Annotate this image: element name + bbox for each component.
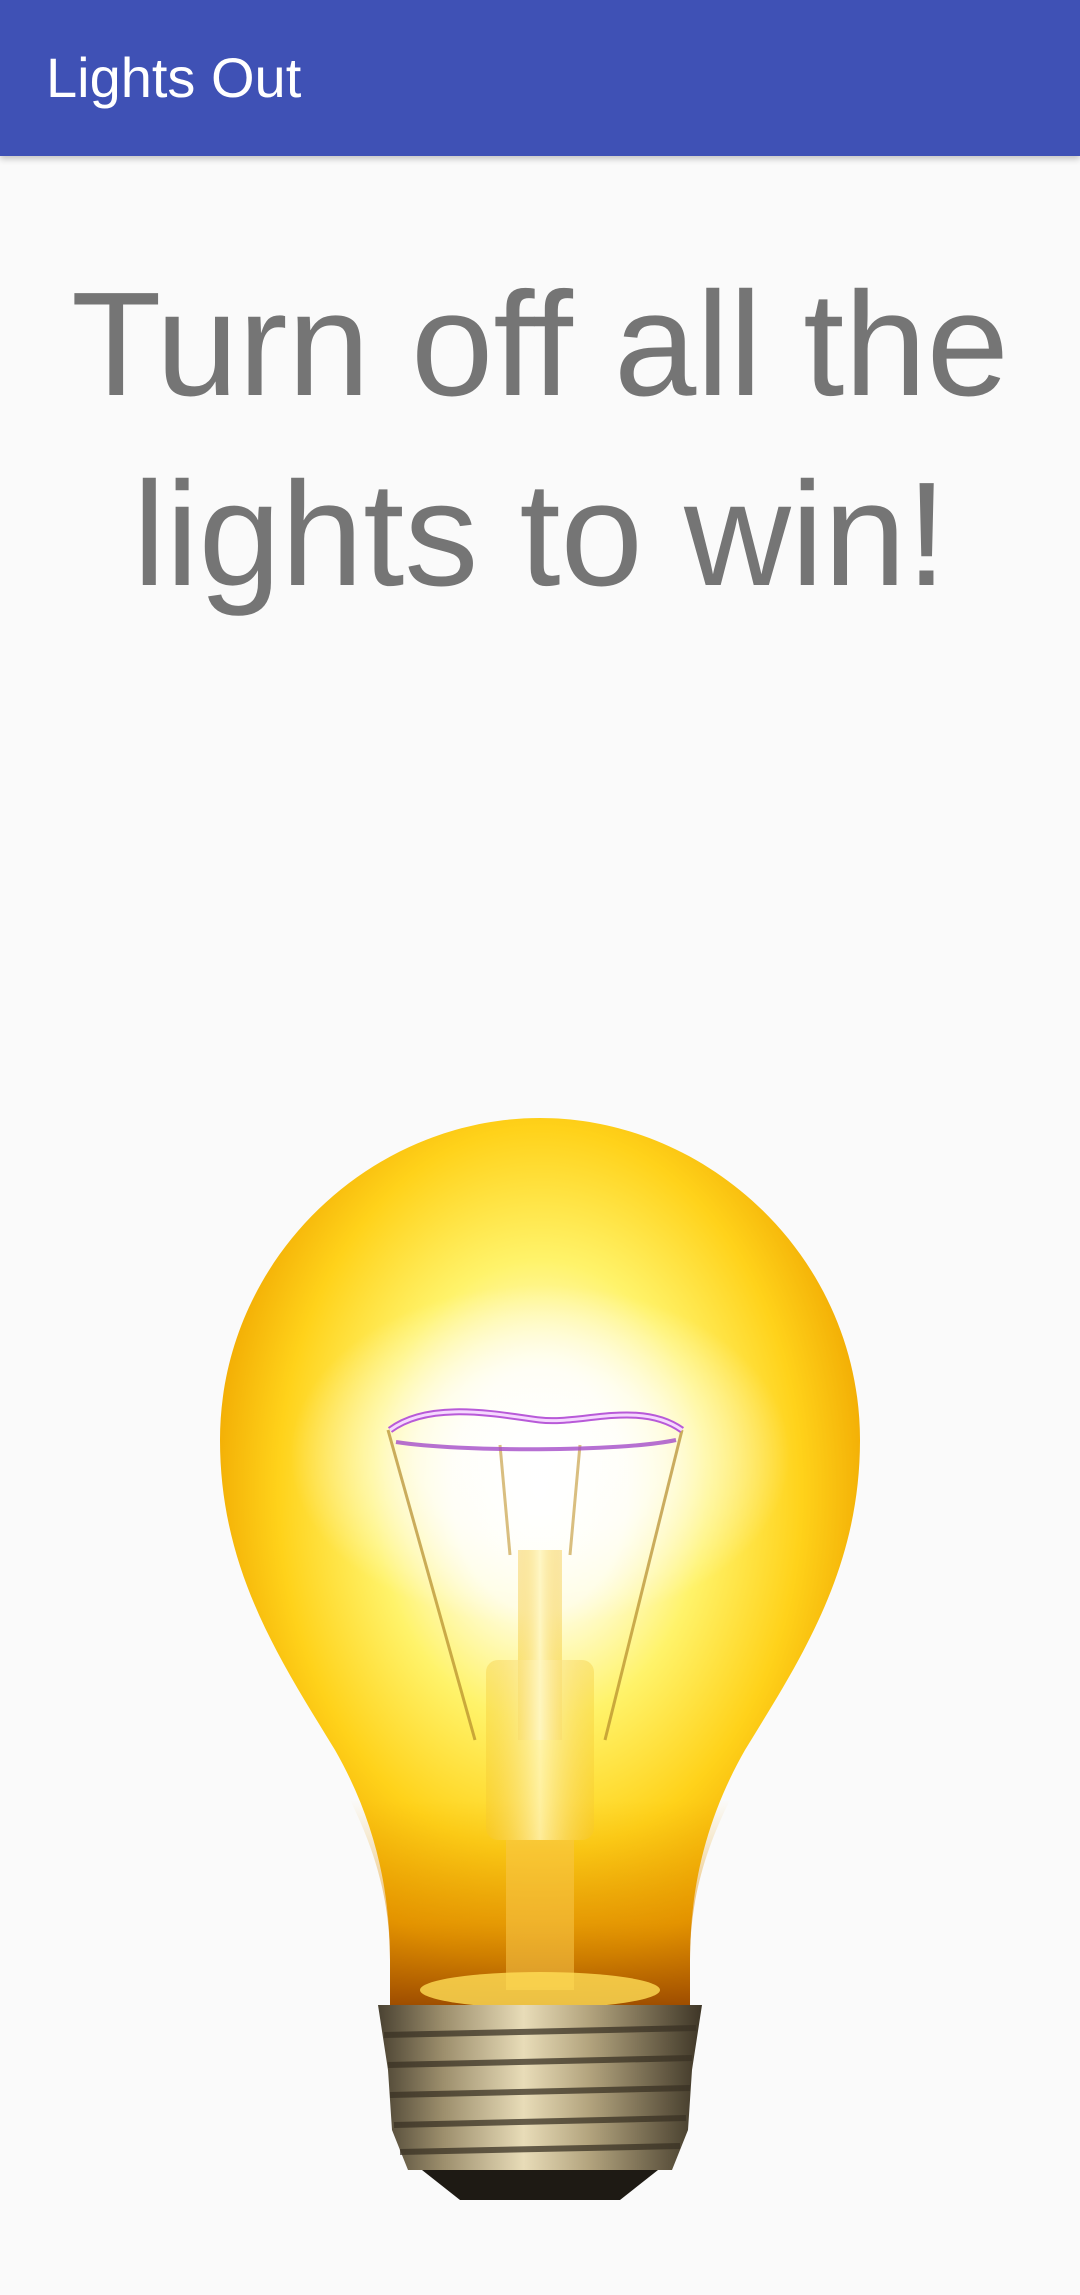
light-bulb-button[interactable]	[200, 1100, 880, 2210]
app-bar: Lights Out	[0, 0, 1080, 156]
instructions-text: Turn off all the lights to win!	[71, 262, 1009, 617]
lightbulb-on-icon	[220, 1118, 860, 2200]
app-title: Lights Out	[46, 46, 302, 109]
